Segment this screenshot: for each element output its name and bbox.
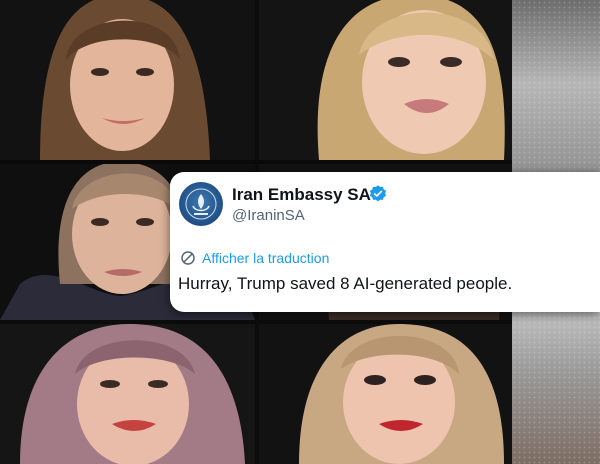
user-handle[interactable]: @IraninSA <box>232 207 305 224</box>
portrait-photo-bottom-right <box>259 324 512 464</box>
tweet-text: Hurray, Trump saved 8 AI-generated peopl… <box>178 274 513 293</box>
translate-link[interactable]: Afficher la traduction <box>202 250 329 266</box>
portrait-photo-bottom-left <box>0 324 255 464</box>
tweet-card[interactable]: Iran Embassy SA @IraninSA Afficher la tr… <box>170 172 600 312</box>
verified-badge-icon <box>369 185 387 202</box>
emblem-icon <box>185 188 217 220</box>
grid-divider <box>0 160 512 164</box>
embassy-avatar[interactable] <box>179 182 223 226</box>
portrait-photo-top-right <box>259 0 512 160</box>
display-name[interactable]: Iran Embassy SA <box>232 185 371 205</box>
portrait-photo-top-left <box>0 0 255 160</box>
translate-control[interactable]: Afficher la traduction <box>180 248 329 268</box>
translate-icon <box>181 251 195 265</box>
